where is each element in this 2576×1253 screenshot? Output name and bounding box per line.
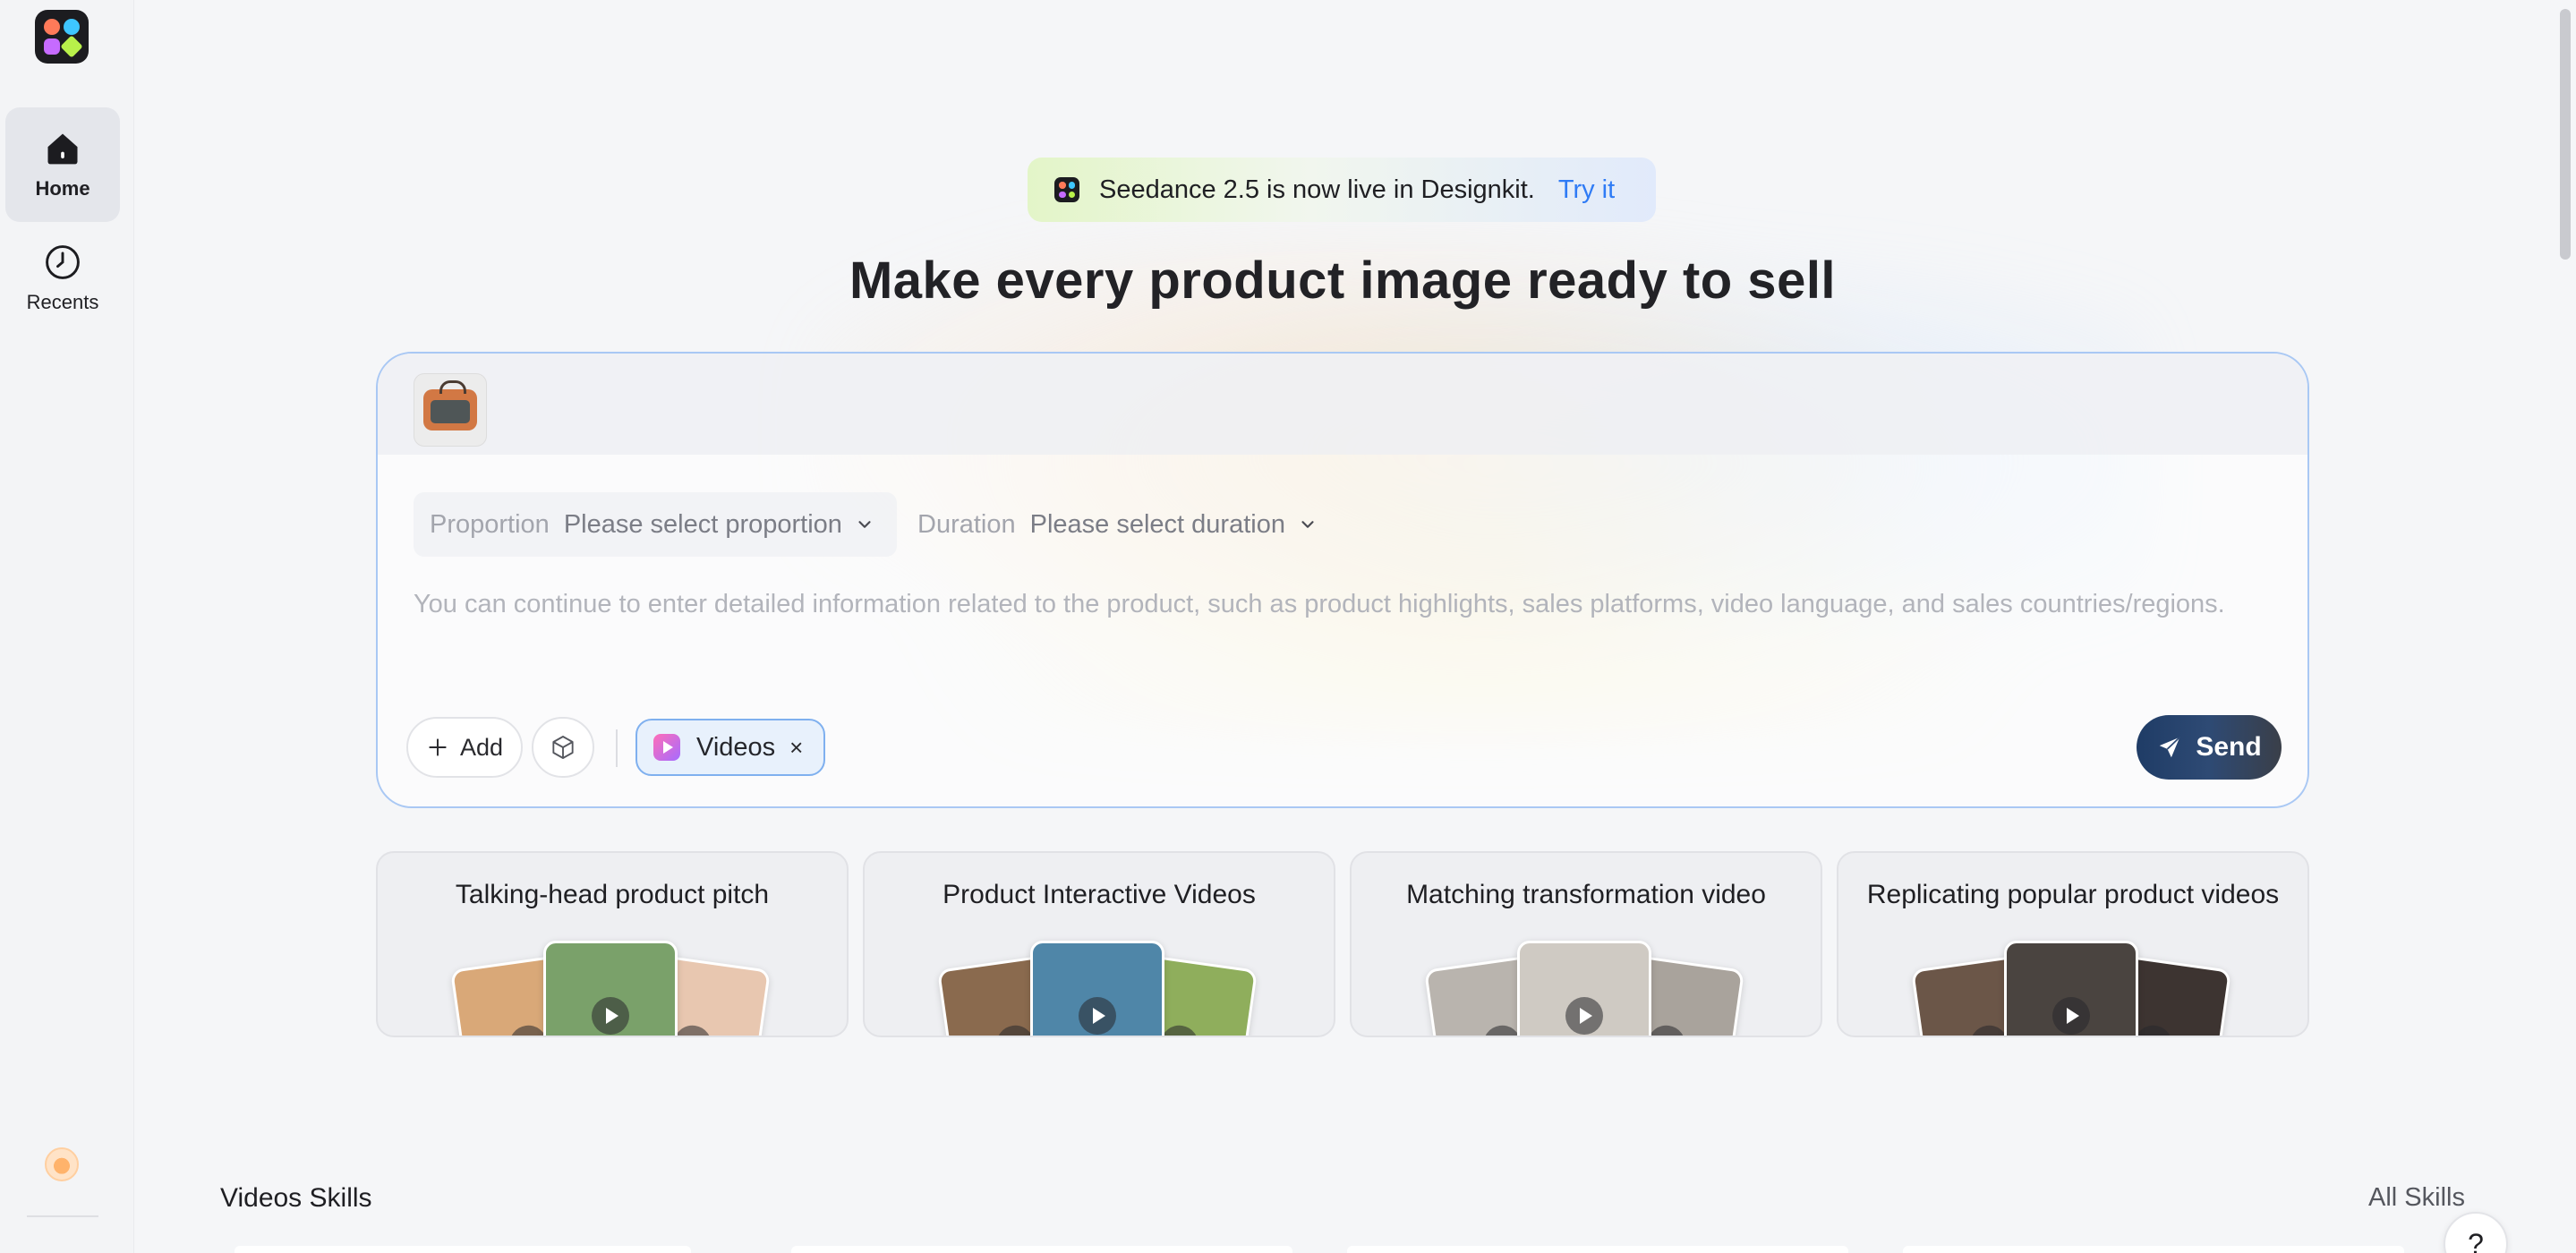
try-it-link[interactable]: Try it — [1558, 175, 1615, 205]
card-thumbnails — [378, 941, 847, 1036]
skill-card[interactable] — [791, 1246, 1292, 1253]
play-icon — [1644, 1023, 1688, 1036]
play-icon — [670, 1023, 714, 1036]
help-button[interactable]: ? — [2444, 1212, 2508, 1253]
duration-value: Please select duration — [1029, 509, 1285, 539]
page-title: Make every product image ready to sell — [849, 251, 1837, 310]
attachments-area — [378, 354, 2307, 455]
proportion-value: Please select proportion — [563, 509, 842, 539]
sidebar-item-label: Recents — [26, 291, 99, 313]
scrollbar-thumb[interactable] — [2560, 9, 2571, 260]
logo-dot — [64, 19, 80, 35]
duration-select[interactable]: Duration Please select duration — [901, 492, 1376, 557]
template-card-interactive[interactable]: Product Interactive Videos — [863, 851, 1335, 1037]
scrollbar[interactable] — [2555, 0, 2576, 1253]
user-avatar[interactable] — [45, 1147, 79, 1181]
chevron-down-icon — [1301, 521, 1314, 528]
card-thumbnails — [1838, 941, 2307, 1036]
logo-dot — [44, 38, 60, 55]
skill-card[interactable] — [1347, 1246, 1848, 1253]
send-button[interactable]: Send — [2137, 715, 2282, 780]
announcement-text: Seedance 2.5 is now live in Designkit. — [1099, 175, 1535, 204]
video-play-icon — [653, 734, 680, 761]
videos-chip-label: Videos — [696, 732, 776, 762]
app-logo[interactable] — [35, 10, 89, 64]
card-title: Matching transformation video — [1406, 880, 1766, 909]
card-title: Product Interactive Videos — [943, 880, 1256, 909]
section-title: Videos Skills — [220, 1183, 372, 1213]
card-title: Replicating popular product videos — [1866, 880, 2280, 909]
template-card-replicating[interactable]: Replicating popular product videos — [1837, 851, 2309, 1037]
card-thumbnails — [865, 941, 1334, 1036]
toolbar-divider — [616, 729, 618, 767]
card-title: Talking-head product pitch — [455, 880, 770, 909]
duration-label: Duration — [917, 509, 1016, 539]
template-card-transformation[interactable]: Matching transformation video — [1350, 851, 1822, 1037]
video-thumbnail — [543, 941, 678, 1036]
video-thumbnail — [1517, 941, 1651, 1036]
add-button[interactable]: Add — [406, 717, 523, 778]
sidebar: Home Recents — [0, 0, 134, 1253]
home-icon — [47, 133, 78, 165]
designkit-logo-icon — [1054, 177, 1079, 202]
skill-card[interactable] — [1903, 1246, 2404, 1253]
video-thumbnail — [1030, 941, 1164, 1036]
play-icon — [2131, 1023, 2175, 1036]
play-icon — [1079, 997, 1116, 1035]
add-button-label: Add — [459, 733, 504, 761]
video-thumbnail — [2004, 941, 2138, 1036]
play-icon — [592, 997, 629, 1035]
prompt-input[interactable] — [414, 577, 2275, 631]
all-skills-link[interactable]: All Skills — [2368, 1183, 2465, 1213]
logo-dot — [44, 19, 60, 35]
product-image-thumbnail[interactable] — [414, 373, 487, 447]
skill-card[interactable] — [235, 1246, 691, 1253]
3d-model-button[interactable] — [532, 717, 594, 778]
card-thumbnails — [1352, 941, 1821, 1036]
send-button-label: Send — [2196, 732, 2262, 762]
play-icon — [1157, 1023, 1201, 1036]
chevron-down-icon — [858, 521, 871, 528]
play-icon — [2052, 997, 2090, 1035]
proportion-select[interactable]: Proportion Please select proportion — [414, 492, 897, 557]
sidebar-item-recents[interactable]: Recents — [5, 229, 120, 328]
send-icon — [2160, 737, 2181, 758]
sidebar-divider — [27, 1215, 98, 1217]
prompt-composer: Proportion Please select proportion Dura… — [376, 352, 2309, 808]
plus-icon — [429, 738, 447, 756]
announcement-banner: Seedance 2.5 is now live in Designkit. T… — [1028, 158, 1656, 222]
close-icon[interactable]: × — [789, 734, 803, 762]
logo-dot — [60, 35, 83, 58]
template-card-talking-head[interactable]: Talking-head product pitch — [376, 851, 849, 1037]
proportion-label: Proportion — [430, 509, 550, 539]
sidebar-item-home[interactable]: Home — [5, 107, 120, 222]
sidebar-item-label: Home — [35, 177, 90, 200]
play-icon — [1565, 997, 1603, 1035]
cube-icon — [552, 736, 574, 759]
clock-icon — [46, 245, 80, 279]
videos-mode-chip[interactable]: Videos × — [635, 719, 825, 776]
product-image — [423, 380, 477, 430]
